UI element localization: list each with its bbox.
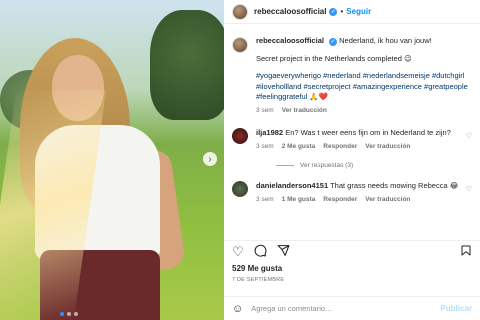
follow-button[interactable]: Seguir <box>346 7 371 16</box>
side-panel: rebeccaloosofficial ✓ • Seguir rebeccalo… <box>224 0 480 320</box>
post-header: rebeccaloosofficial ✓ • Seguir <box>224 0 480 24</box>
comment-item: danielanderson4151 That grass needs mowi… <box>232 181 472 205</box>
verified-badge-icon: ✓ <box>329 38 338 47</box>
translate-button[interactable]: Ver traducción <box>365 142 410 153</box>
comment-likes[interactable]: 1 Me gusta <box>282 195 316 206</box>
view-replies[interactable]: Ver respuestas (3) <box>276 162 472 169</box>
carousel-dot <box>67 312 71 316</box>
caption-username[interactable]: rebeccaloosofficial <box>256 36 324 45</box>
carousel-dot <box>60 312 64 316</box>
comment-username[interactable]: danielanderson4151 <box>256 181 328 190</box>
share-icon[interactable] <box>277 244 290 260</box>
add-comment-bar: ☺ Publicar <box>224 296 480 320</box>
chevron-right-icon[interactable]: › <box>203 152 217 166</box>
comment-username[interactable]: ilja1982 <box>256 128 283 137</box>
translate-button[interactable]: Ver traducción <box>365 195 410 206</box>
emoji-icon[interactable]: ☺ <box>232 303 243 315</box>
heart-icon[interactable]: ♡ <box>232 244 244 260</box>
comment-text: That grass needs mowing Rebecca 😂 <box>330 181 459 190</box>
post-actions: ♡ 529 Me gusta 7 DE SEPTIEMBRE <box>224 240 480 286</box>
instagram-post: › rebeccaloosofficial ✓ • Seguir rebecca… <box>0 0 480 320</box>
caption: rebeccaloosofficial ✓ Nederland, ik hou … <box>232 36 472 116</box>
tree <box>150 10 224 120</box>
post-photo[interactable]: › <box>0 0 224 320</box>
comment-item: ilja1982 En? Was t weer eens fijn om in … <box>232 128 472 152</box>
hashtags[interactable]: #yogaeverywherigo #nederland #nederlands… <box>256 71 472 103</box>
comment-time: 3 sem <box>256 142 274 150</box>
caption-time: 3 sem <box>256 106 274 114</box>
carousel-dot <box>74 312 78 316</box>
comment-input[interactable] <box>251 304 441 313</box>
comment-text: En? Was t weer eens fijn om in Nederland… <box>285 128 451 137</box>
caption-text-2: Secret project in the Netherlands comple… <box>256 53 412 63</box>
separator: • <box>340 7 344 16</box>
avatar[interactable] <box>232 181 248 197</box>
carousel-dots <box>60 312 78 316</box>
post-date: 7 DE SEPTIEMBRE <box>232 277 285 283</box>
bookmark-icon[interactable] <box>460 244 472 260</box>
replies-label[interactable]: Ver respuestas (3) <box>300 162 353 169</box>
reply-button[interactable]: Responder <box>323 142 357 153</box>
verified-badge-icon: ✓ <box>329 7 338 16</box>
comment-heart-icon[interactable]: ♡ <box>466 132 472 140</box>
reply-button[interactable]: Responder <box>323 195 357 206</box>
avatar[interactable] <box>232 3 248 20</box>
comment-icon[interactable] <box>254 244 267 260</box>
avatar[interactable] <box>232 37 248 53</box>
publish-button[interactable]: Publicar <box>440 304 472 313</box>
comment-heart-icon[interactable]: ♡ <box>466 185 472 193</box>
header-username[interactable]: rebeccaloosofficial <box>254 7 326 16</box>
comments-scroll[interactable]: rebeccaloosofficial ✓ Nederland, ik hou … <box>224 24 480 250</box>
caption-text: Nederland, ik hou van jouw! <box>339 36 432 45</box>
avatar[interactable] <box>232 128 248 144</box>
divider <box>276 165 294 166</box>
likes-count[interactable]: 529 Me gusta <box>232 264 472 273</box>
comment-likes[interactable]: 2 Me gusta <box>282 142 316 153</box>
translate-button[interactable]: Ver traducción <box>282 106 327 117</box>
comment-time: 3 sem <box>256 195 274 203</box>
